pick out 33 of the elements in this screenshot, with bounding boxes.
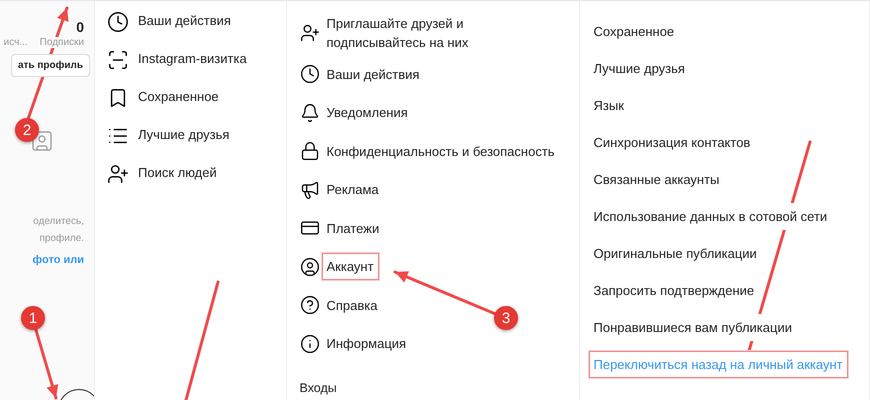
menu-item[interactable]: Лучшие друзья <box>138 125 230 144</box>
empty-text: профиле. <box>39 232 84 246</box>
setting-icon <box>300 64 320 84</box>
setting-icon <box>300 23 320 43</box>
settings-item[interactable]: Платежи <box>322 214 384 242</box>
setting-icon <box>300 256 320 277</box>
menu-icon <box>107 11 129 33</box>
setting-icon <box>300 295 320 316</box>
menu-item[interactable]: Поиск людей <box>138 163 217 182</box>
menu-item[interactable]: Сохраненное <box>138 87 219 106</box>
menu-icon <box>107 49 129 71</box>
portrait-icon <box>30 129 54 153</box>
settings-item[interactable]: Ваши действия <box>322 60 424 88</box>
empty-text: оделитесь, <box>33 215 84 229</box>
settings-item[interactable]: Приглашайте друзей и подписывайтесь на них <box>322 10 522 56</box>
setting-icon <box>300 141 320 162</box>
menu-item[interactable]: Ваши действия <box>138 11 231 30</box>
setting-icon <box>300 180 320 200</box>
settings-item[interactable]: Реклама <box>322 176 384 204</box>
settings-item[interactable]: Конфиденциальность и безопасность <box>322 138 560 165</box>
settings-item[interactable]: Информация <box>322 330 412 358</box>
stat-label: Подписки <box>40 37 84 48</box>
stat-value: 0 <box>76 19 84 37</box>
edit-profile-button[interactable]: ать профиль <box>10 54 90 77</box>
section-heading: Входы <box>298 380 338 396</box>
setting-icon <box>300 334 320 354</box>
settings-item[interactable]: Аккаунт <box>322 253 379 280</box>
settings-item[interactable]: Справка <box>322 292 382 319</box>
setting-icon <box>300 102 320 123</box>
menu-item[interactable]: Instagram-визитка <box>138 49 247 68</box>
stat-label: исч... <box>4 37 28 48</box>
settings-item[interactable]: Уведомления <box>322 99 413 126</box>
menu-icon <box>107 163 129 185</box>
